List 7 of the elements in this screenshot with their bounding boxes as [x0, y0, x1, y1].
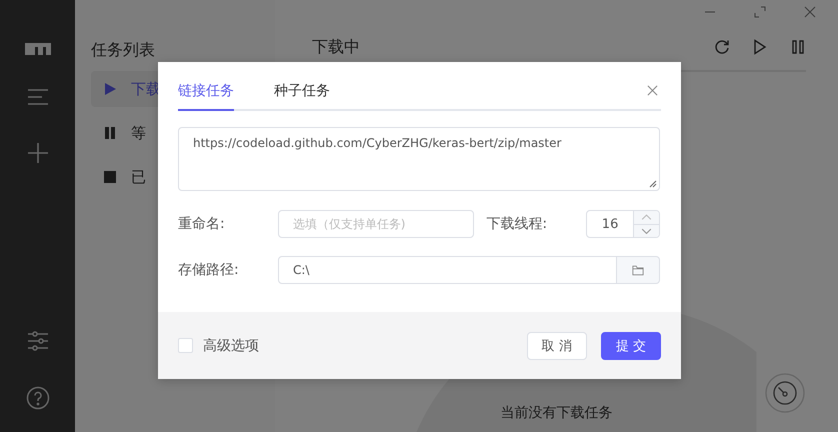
panel-title: 任务列表	[91, 40, 156, 61]
advanced-label: 高级选项	[203, 336, 259, 354]
threads-label: 下载线程:	[486, 215, 548, 233]
page-title: 下载中	[312, 36, 361, 58]
rename-label: 重命名:	[178, 215, 226, 233]
path-label: 存储路径:	[178, 261, 240, 279]
empty-message: 当前没有下载任务	[500, 404, 612, 422]
